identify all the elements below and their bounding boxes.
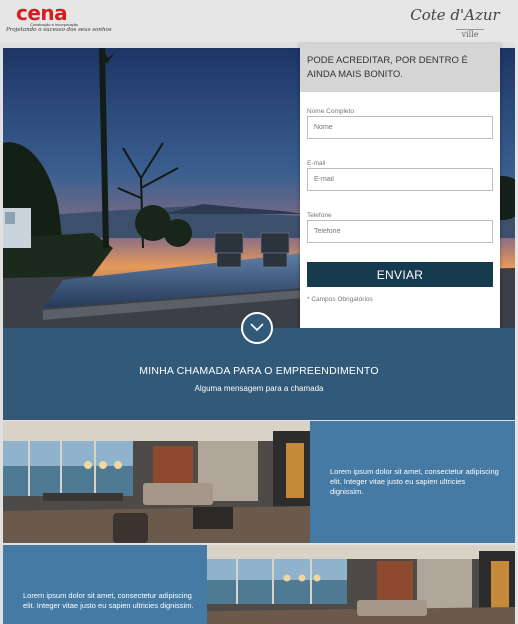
feature-block-1: Lorem ipsum dolor sit amet, consectetur … <box>310 421 515 543</box>
living-room-image-2 <box>207 545 515 624</box>
call-subtitle: Alguma mensagem para a chamada <box>194 384 324 393</box>
phone-label: Telefone <box>307 212 332 219</box>
form-heading: PODE ACREDITAR, POR DENTRO É AINDA MAIS … <box>300 44 500 92</box>
name-input[interactable] <box>307 116 493 139</box>
cena-logo-tagline: Projetando o sucesso dos seus sonhos <box>6 27 112 33</box>
email-label: E-mail <box>307 160 326 167</box>
site-header: cena Construção e Incorporação Projetand… <box>0 0 518 42</box>
cena-logo-wordmark: cena <box>16 1 68 25</box>
submit-button[interactable]: ENVIAR <box>307 262 493 287</box>
phone-input[interactable] <box>307 220 493 243</box>
form-body: Nome Completo E-mail Telefone ENVIAR * C… <box>300 92 500 303</box>
living-room-image <box>3 421 310 543</box>
living-room-photo-2 <box>207 545 515 624</box>
required-note: * Campos Obrigatórios <box>307 296 373 303</box>
lead-form: PODE ACREDITAR, POR DENTRO É AINDA MAIS … <box>300 44 500 336</box>
feature-text-1: Lorem ipsum dolor sit amet, consectetur … <box>330 467 499 496</box>
email-input[interactable] <box>307 168 493 191</box>
chevron-down-icon <box>250 323 264 332</box>
cote-dazur-logo[interactable]: Cote d'Azur ville <box>410 6 500 39</box>
cote-dazur-subtitle: ville <box>455 29 485 39</box>
scroll-down-button[interactable] <box>241 312 273 344</box>
feature-block-2: Lorem ipsum dolor sit amet, consectetur … <box>3 545 207 624</box>
cena-logo[interactable]: cena Construção e Incorporação Projetand… <box>6 1 112 34</box>
landing-page: cena Construção e Incorporação Projetand… <box>0 0 518 624</box>
living-room-photo <box>3 421 310 543</box>
cote-dazur-wordmark: Cote d'Azur <box>410 6 500 24</box>
call-title: MINHA CHAMADA PARA O EMPREENDIMENTO <box>139 365 379 377</box>
feature-text-2: Lorem ipsum dolor sit amet, consectetur … <box>23 591 194 610</box>
name-label: Nome Completo <box>307 108 354 115</box>
